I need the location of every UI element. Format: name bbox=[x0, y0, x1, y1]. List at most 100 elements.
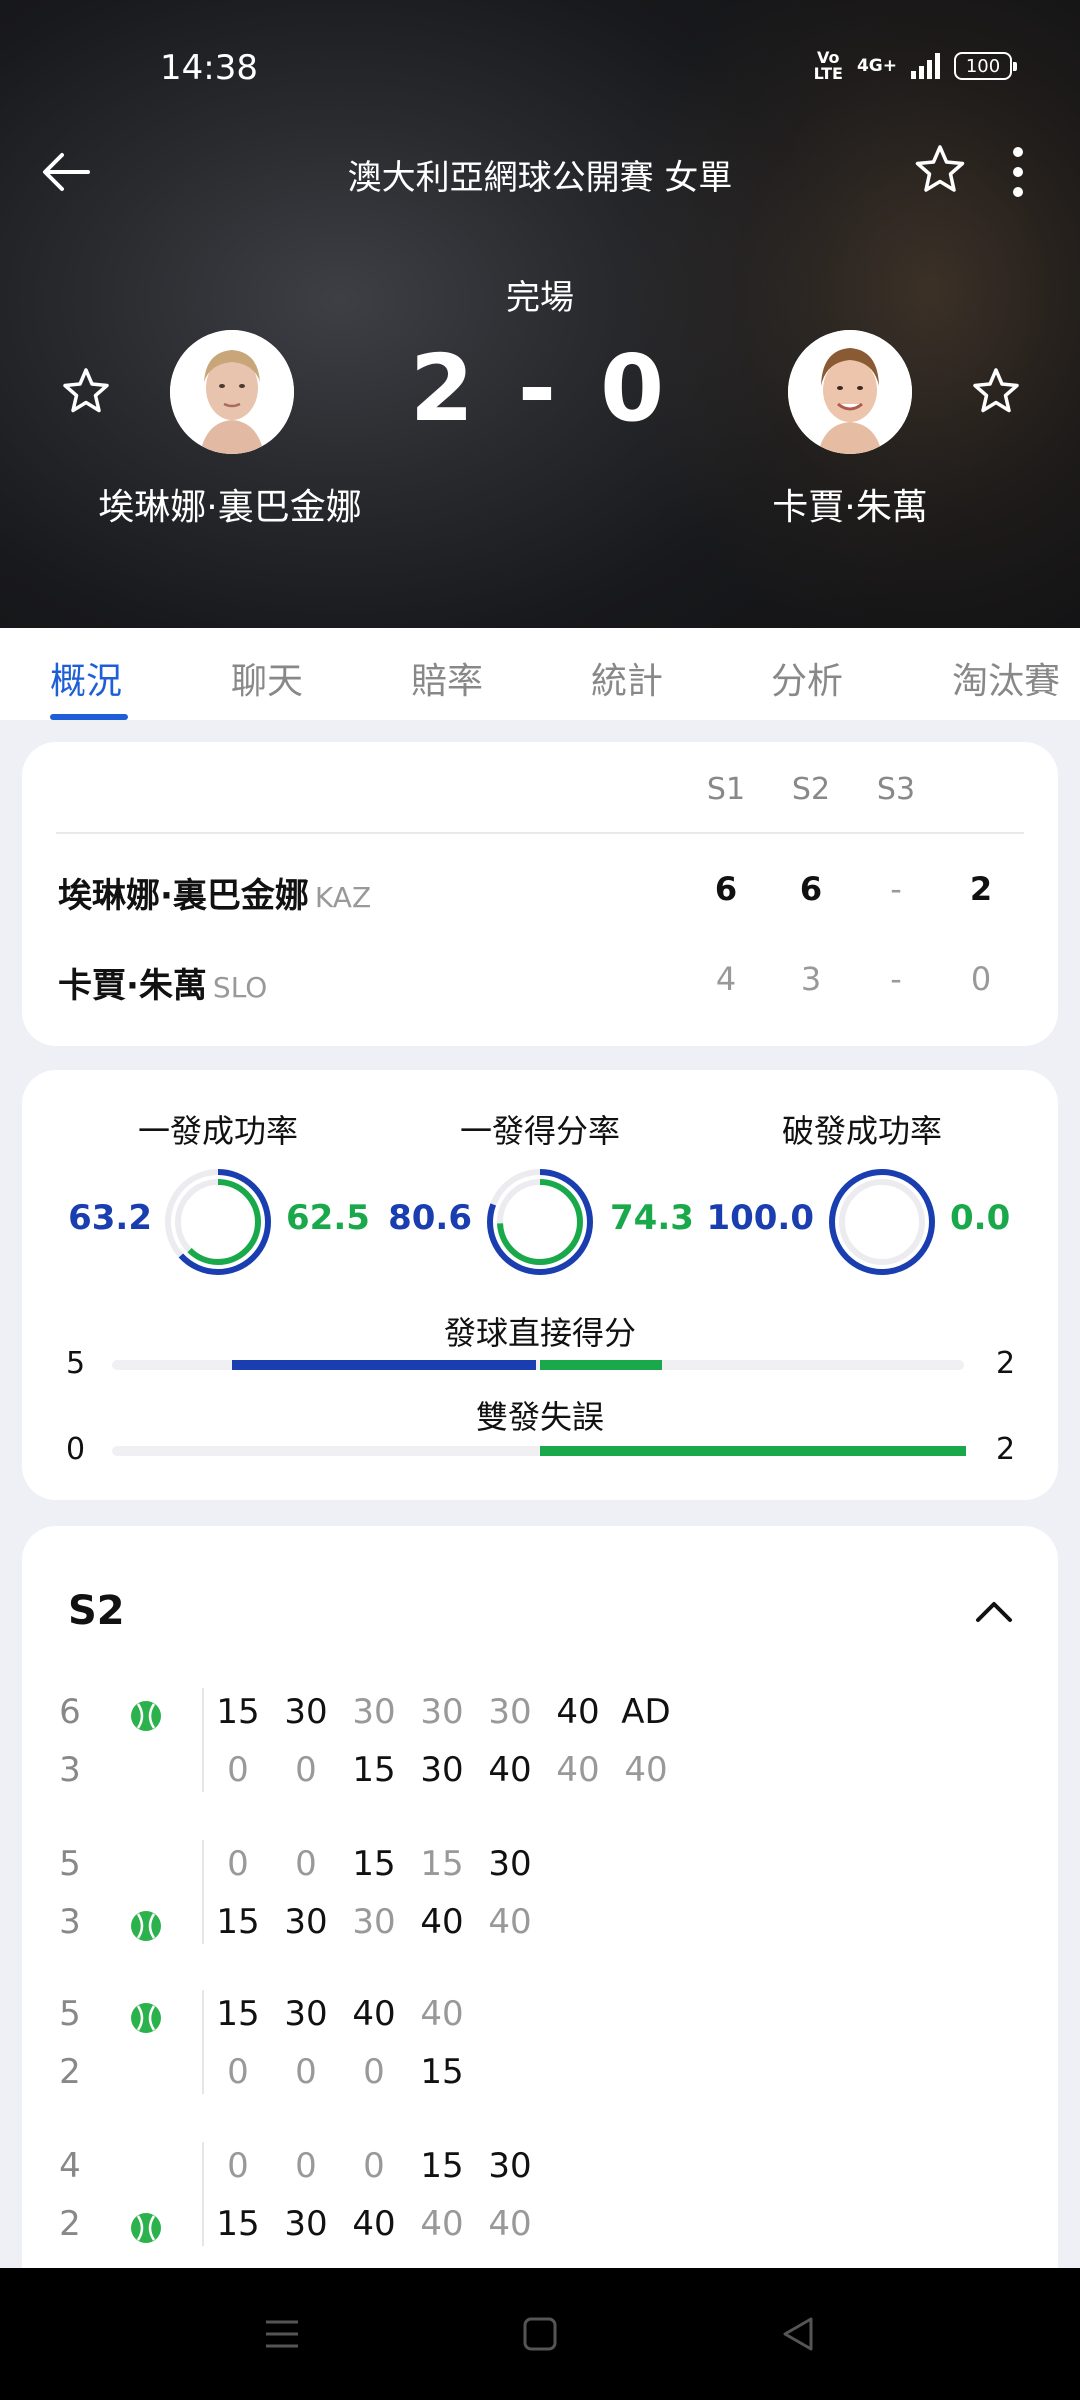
tab-odds[interactable]: 賠率 bbox=[411, 652, 483, 704]
first-serve-won-label: 一發得分率 bbox=[459, 1112, 620, 1150]
tab-bracket[interactable]: 淘汰賽 bbox=[952, 652, 1060, 704]
point-player2: 0 bbox=[227, 1750, 249, 1790]
serve-ball-icon bbox=[131, 1701, 161, 1731]
p1-set1: 6 bbox=[714, 870, 738, 908]
score-table-card: S1 S2 S3 埃琳娜·裏巴金娜 KAZ 6 6 - 2 卡賈·朱萬 SLO 4 … bbox=[22, 742, 1058, 1046]
game-row: 4 2 0 15 0 30 0 40 15 40 30 40 bbox=[22, 2142, 1058, 2262]
p1-set2: 6 bbox=[799, 870, 823, 908]
back-nav-icon[interactable] bbox=[778, 2314, 818, 2354]
set3-header: S3 bbox=[876, 772, 916, 807]
battery-icon: 100 bbox=[954, 52, 1017, 80]
point-player2: 40 bbox=[420, 1902, 464, 1942]
menu-nav-icon[interactable] bbox=[262, 2314, 302, 2354]
home-nav-icon[interactable] bbox=[520, 2314, 560, 2354]
point-player1: 0 bbox=[363, 2146, 385, 2186]
table-row-player1: 埃琳娜·裏巴金娜 KAZ bbox=[58, 876, 372, 916]
player1-avatar[interactable] bbox=[170, 330, 294, 454]
aces-bar bbox=[112, 1360, 964, 1370]
player2-avatar[interactable] bbox=[788, 330, 912, 454]
point-player2: 40 bbox=[488, 2204, 532, 2244]
aces-label: 發球直接得分 bbox=[443, 1314, 636, 1352]
ring-track-inner bbox=[839, 1179, 925, 1265]
serve-ball-icon bbox=[131, 2003, 161, 2033]
point-player1: 15 bbox=[216, 1994, 260, 2034]
set-title: S2 bbox=[68, 1588, 125, 1634]
bar-player2-fill bbox=[540, 1360, 662, 1370]
double-faults-p2: 2 bbox=[996, 1432, 1016, 1467]
favorite-star-icon[interactable] bbox=[912, 142, 968, 198]
point-player2: 0 bbox=[295, 1750, 317, 1790]
point-player1: 15 bbox=[216, 1692, 260, 1732]
aces-p2: 2 bbox=[996, 1346, 1016, 1381]
point-player1: 0 bbox=[295, 2146, 317, 2186]
point-player2: 40 bbox=[352, 2204, 396, 2244]
point-player1: 40 bbox=[352, 1994, 396, 2034]
game-score-player2: 2 bbox=[59, 2052, 81, 2092]
break-point-p2: 0.0 bbox=[950, 1198, 1011, 1238]
serve-ball-icon bbox=[131, 1911, 161, 1941]
player1-follow-star-icon[interactable] bbox=[58, 364, 114, 420]
double-faults-p1: 0 bbox=[66, 1432, 86, 1467]
system-nav-bar bbox=[0, 2268, 1080, 2400]
first-serve-in-ring bbox=[165, 1169, 271, 1275]
point-player2: 30 bbox=[284, 1902, 328, 1942]
stats-card: 一發成功率 63.2 62.5 一發得分率 80.6 74.3 破發成功率 10… bbox=[22, 1070, 1058, 1500]
bar-player2-fill bbox=[540, 1446, 966, 1456]
set2-header: S2 bbox=[791, 772, 831, 807]
tab-bar: 概況 聊天 賠率 統計 分析 淘汰賽 bbox=[0, 628, 1080, 720]
point-player2: 40 bbox=[556, 1750, 600, 1790]
first-serve-won-p1: 80.6 bbox=[388, 1198, 472, 1238]
network-type: 4G+ bbox=[856, 56, 897, 76]
point-player1: 30 bbox=[488, 1844, 532, 1884]
tab-chat[interactable]: 聊天 bbox=[231, 652, 303, 704]
match-header: 14:38 Vo LTE 4G+ 100 澳大利亞網球公開賽 女單 完場 2 - … bbox=[0, 0, 1080, 628]
more-options-icon[interactable] bbox=[1000, 142, 1036, 202]
game-score-player2: 3 bbox=[59, 1750, 81, 1790]
collapse-chevron-icon[interactable] bbox=[972, 1596, 1016, 1626]
tab-analysis[interactable]: 分析 bbox=[771, 652, 843, 704]
aces-p1: 5 bbox=[66, 1346, 86, 1381]
point-player1: 0 bbox=[227, 1844, 249, 1884]
point-player1: 40 bbox=[420, 1994, 464, 2034]
tab-stats[interactable]: 統計 bbox=[591, 652, 663, 704]
point-player1: 30 bbox=[284, 1994, 328, 2034]
status-icons: Vo LTE 4G+ 100 bbox=[814, 50, 1017, 82]
p2-set2: 3 bbox=[800, 960, 822, 998]
match-score: 2 - 0 bbox=[409, 335, 671, 442]
game-score-player1: 4 bbox=[59, 2146, 81, 2186]
p1-total: 2 bbox=[969, 870, 993, 908]
match-status: 完場 bbox=[506, 278, 574, 318]
game-score-player1: 5 bbox=[59, 1844, 81, 1884]
game-score-player1: 5 bbox=[59, 1994, 81, 2034]
game-score-player1: 6 bbox=[59, 1692, 81, 1732]
tab-overview[interactable]: 概況 bbox=[50, 652, 122, 704]
break-point-ring bbox=[829, 1169, 935, 1275]
point-player2: 30 bbox=[420, 1750, 464, 1790]
point-player2: 15 bbox=[216, 1902, 260, 1942]
point-player2: 30 bbox=[284, 2204, 328, 2244]
point-player1: 40 bbox=[556, 1692, 600, 1732]
point-player1: 30 bbox=[352, 1692, 396, 1732]
status-time: 14:38 bbox=[160, 48, 258, 88]
signal-icon bbox=[911, 53, 940, 79]
point-player1: 30 bbox=[488, 1692, 532, 1732]
back-arrow-icon[interactable] bbox=[36, 142, 96, 202]
first-serve-in-p1: 63.2 bbox=[68, 1198, 152, 1238]
game-score-player2: 2 bbox=[59, 2204, 81, 2244]
double-faults-label: 雙發失誤 bbox=[475, 1398, 604, 1436]
player2-name: 卡賈·朱萬 bbox=[772, 487, 928, 528]
table-divider bbox=[56, 832, 1024, 834]
bar-player1-fill bbox=[231, 1360, 536, 1370]
active-tab-indicator bbox=[50, 714, 128, 720]
game-row: 5 2 15 0 30 0 40 0 40 15 bbox=[22, 1990, 1058, 2110]
point-player2: 0 bbox=[295, 2052, 317, 2092]
point-player1: 30 bbox=[420, 1692, 464, 1732]
point-player1: AD bbox=[621, 1692, 671, 1732]
point-player1: 15 bbox=[352, 1844, 396, 1884]
point-player1: 15 bbox=[420, 1844, 464, 1884]
p1-set3: - bbox=[890, 870, 902, 908]
player2-follow-star-icon[interactable] bbox=[968, 364, 1024, 420]
first-serve-in-label: 一發成功率 bbox=[137, 1112, 298, 1150]
point-player1: 0 bbox=[227, 2146, 249, 2186]
first-serve-won-ring bbox=[487, 1169, 593, 1275]
